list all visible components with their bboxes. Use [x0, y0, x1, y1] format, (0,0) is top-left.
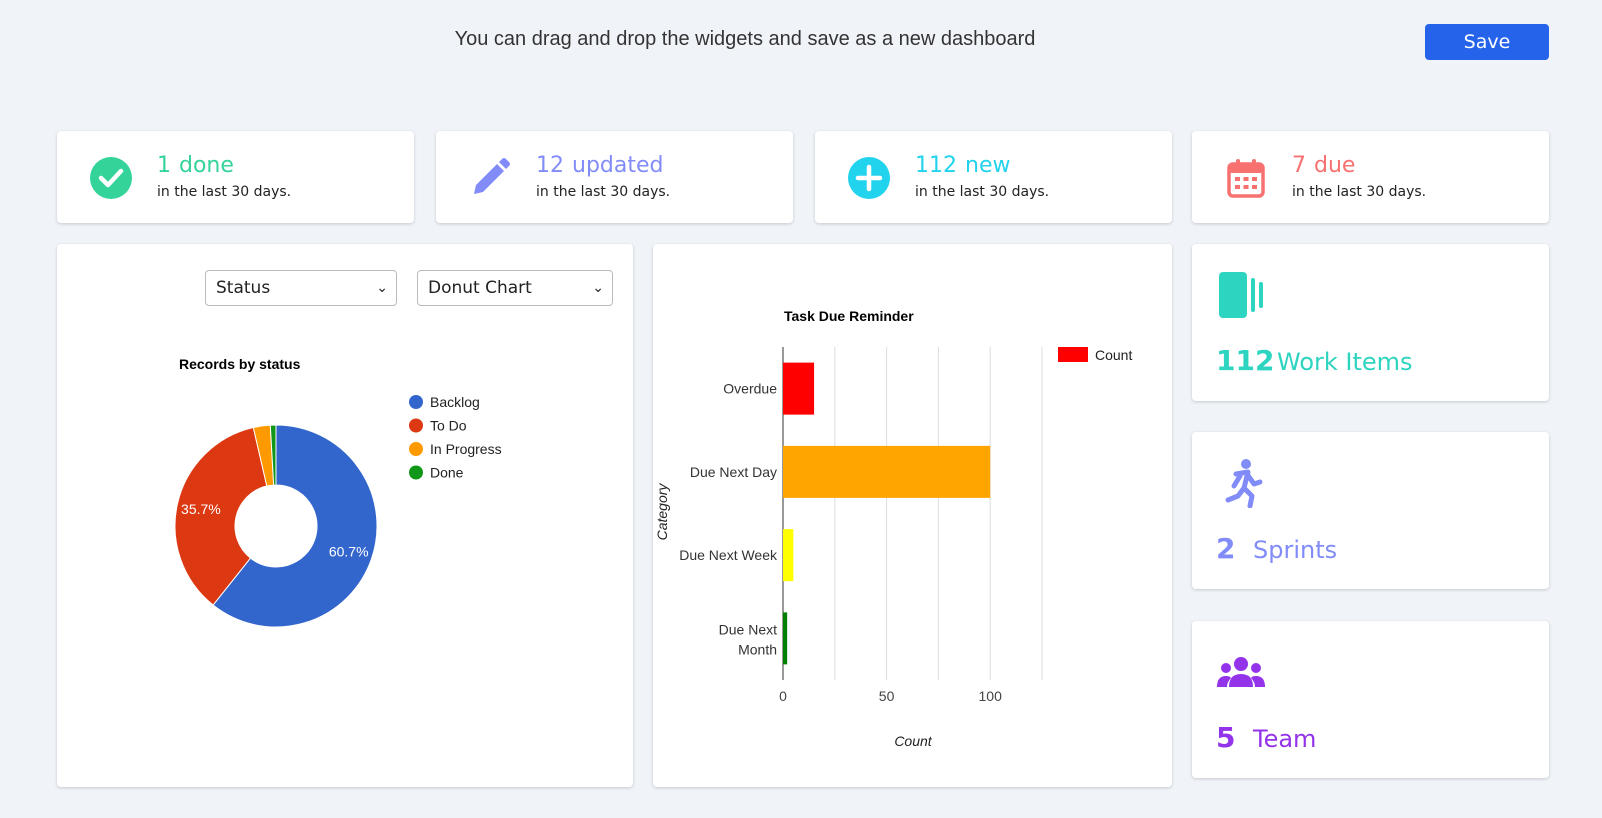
donut-slice-done[interactable]	[269, 424, 277, 486]
group-by-select[interactable]: Status ⌄	[205, 270, 397, 306]
legend-label: In Progress	[430, 441, 502, 457]
bar-chart-title: Task Due Reminder	[784, 308, 914, 324]
legend-label: Backlog	[430, 394, 480, 410]
pencil-icon	[474, 158, 510, 194]
chart-type-select[interactable]: Donut Chart ⌄	[417, 270, 613, 306]
team-card[interactable]: 5 Team	[1192, 621, 1549, 778]
bar-chart: Task Due Reminder Overdue Due Next Day Due…	[654, 308, 1132, 749]
donut-slice-label: 35.7%	[181, 501, 221, 517]
sprints-count: 2	[1216, 532, 1236, 565]
y-category-label: Due Next Week	[679, 547, 778, 563]
legend-label: To Do	[430, 418, 467, 434]
sprints-label: Sprints	[1253, 536, 1338, 564]
stat-subtitle: in the last 30 days.	[157, 184, 292, 200]
bar-due-next-week[interactable]	[783, 529, 794, 582]
donut-slice-label: 60.7%	[329, 543, 369, 559]
donut-slice-backlog[interactable]	[212, 424, 378, 628]
stat-title: 1 done	[157, 153, 234, 178]
legend-dot	[409, 465, 423, 480]
donut-chart-title: Records by status	[179, 356, 301, 372]
bar-due-next-month[interactable]	[783, 612, 788, 665]
stat-card-updated[interactable]: 12 updated in the last 30 days.	[436, 131, 793, 223]
stat-card-new[interactable]: 112 new in the last 30 days.	[815, 131, 1172, 223]
stat-card-due[interactable]: 7 due in the last 30 days.	[1192, 131, 1549, 223]
work-items-card[interactable]: 112 Work Items	[1192, 244, 1549, 401]
x-axis-label: Count	[894, 733, 932, 749]
legend-dot	[409, 418, 423, 433]
team-label: Team	[1253, 725, 1317, 753]
y-axis-label: Category	[654, 483, 670, 541]
plus-circle-icon	[848, 157, 890, 199]
legend-dot	[409, 442, 423, 456]
bar-overdue[interactable]	[783, 362, 815, 415]
work-items-icon	[1219, 272, 1263, 318]
y-category-label: Due Next Day	[690, 464, 777, 480]
legend-label-count: Count	[1095, 347, 1132, 363]
work-items-label: Work Items	[1277, 348, 1413, 376]
bar-due-next-day[interactable]	[783, 445, 991, 498]
team-icon	[1217, 657, 1265, 687]
chevron-down-icon: ⌄	[376, 280, 388, 296]
legend-label: Done	[430, 465, 464, 481]
stat-subtitle: in the last 30 days.	[536, 184, 671, 200]
donut-slice-to-do[interactable]	[174, 426, 268, 606]
y-category-label: Due Next	[719, 621, 777, 637]
stat-card-done[interactable]: 1 done in the last 30 days.	[57, 131, 414, 223]
x-tick-label: 50	[879, 688, 895, 704]
sprints-card[interactable]: 2 Sprints	[1192, 432, 1549, 589]
work-items-count: 112	[1216, 344, 1275, 377]
check-circle-icon	[90, 157, 132, 199]
stat-title: 112 new	[915, 153, 1011, 178]
y-category-label: Month	[738, 641, 777, 657]
instruction-text: You can drag and drop the widgets and sa…	[454, 28, 1036, 50]
stat-title: 7 due	[1292, 153, 1356, 178]
chevron-down-icon: ⌄	[592, 280, 604, 296]
running-person-icon	[1225, 459, 1263, 508]
records-by-status-widget[interactable]: Status ⌄ Donut Chart ⌄ Records by status 6…	[57, 244, 633, 787]
x-tick-label: 100	[979, 688, 1003, 704]
x-tick-label: 0	[779, 688, 787, 704]
stat-subtitle: in the last 30 days.	[1292, 184, 1427, 200]
calendar-icon	[1227, 159, 1265, 198]
stat-title: 12 updated	[536, 153, 664, 178]
donut-slice-in-progress[interactable]	[252, 424, 275, 487]
save-button[interactable]: Save	[1425, 24, 1549, 60]
legend-swatch-count	[1058, 347, 1088, 362]
team-count: 5	[1216, 721, 1236, 754]
y-category-label: Overdue	[723, 381, 777, 397]
task-due-reminder-widget[interactable]: Task Due Reminder Overdue Due Next Day Due…	[653, 244, 1172, 787]
donut-chart: Records by status 60.7% 35.7% Backlog To D…	[174, 356, 502, 628]
legend-dot	[409, 395, 423, 409]
stat-subtitle: in the last 30 days.	[915, 184, 1050, 200]
